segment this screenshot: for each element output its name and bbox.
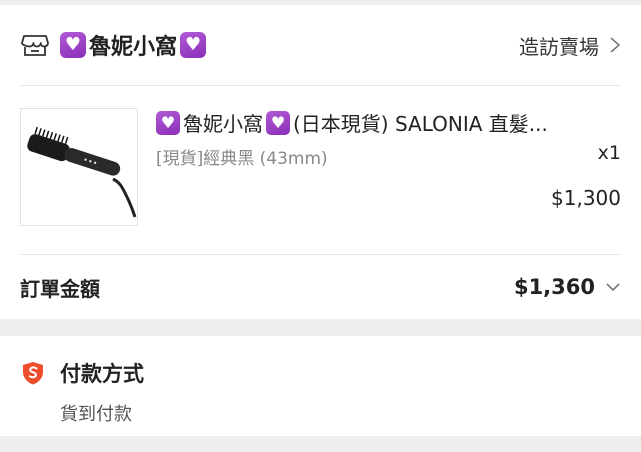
payment-header: 付款方式 <box>20 336 621 388</box>
visit-shop-label: 造訪賣場 <box>519 34 599 59</box>
purple-heart-icon: ♥ <box>156 110 180 135</box>
shop-name[interactable]: ♥ 魯妮小窩 ♥ <box>60 29 207 61</box>
item-title[interactable]: ♥ 魯妮小窩 ♥ (日本現貨) SALONIA 直髮... <box>156 108 621 137</box>
visit-shop-button[interactable]: 造訪賣場 <box>519 31 621 60</box>
shop-name-text: 魯妮小窩 <box>89 35 178 60</box>
shop-icon <box>21 35 49 56</box>
order-total-row[interactable]: 訂單金額 $1,360 <box>20 255 621 319</box>
order-total-toggle[interactable]: $1,360 <box>514 275 621 299</box>
item-price: $1,300 <box>551 186 621 210</box>
item-title-text: (日本現貨) SALONIA 直髮... <box>293 112 548 136</box>
shop-order-card: ♥ 魯妮小窩 ♥ 造訪賣場 ♥ 魯妮小窩 ♥ (日本現貨) SALONIA 直髮… <box>0 5 641 319</box>
item-shop-prefix: 魯妮小窩 <box>183 112 263 136</box>
order-item-row[interactable]: ♥ 魯妮小窩 ♥ (日本現貨) SALONIA 直髮... [現貨]經典黑 (4… <box>20 86 621 255</box>
payment-shield-icon <box>23 362 43 385</box>
hair-straightener-image <box>27 126 137 218</box>
purple-heart-icon: ♥ <box>60 32 86 58</box>
product-thumbnail[interactable] <box>20 108 138 226</box>
payment-method-value: 貨到付款 <box>60 404 132 425</box>
payment-title: 付款方式 <box>60 362 144 386</box>
section-divider <box>0 319 641 336</box>
shop-header[interactable]: ♥ 魯妮小窩 ♥ 造訪賣場 <box>20 5 621 86</box>
purple-heart-icon: ♥ <box>180 32 207 58</box>
order-total-value: $1,360 <box>513 275 595 299</box>
order-total-label: 訂單金額 <box>20 276 100 301</box>
payment-section[interactable]: 付款方式 貨到付款 <box>0 336 641 436</box>
item-quantity: x1 <box>597 142 621 164</box>
chevron-down-icon <box>606 283 620 292</box>
item-variant: [現貨]經典黑 (43mm) <box>156 149 328 169</box>
purple-heart-icon: ♥ <box>266 110 290 135</box>
item-info: ♥ 魯妮小窩 ♥ (日本現貨) SALONIA 直髮... [現貨]經典黑 (4… <box>156 86 621 254</box>
chevron-right-icon <box>610 37 621 53</box>
